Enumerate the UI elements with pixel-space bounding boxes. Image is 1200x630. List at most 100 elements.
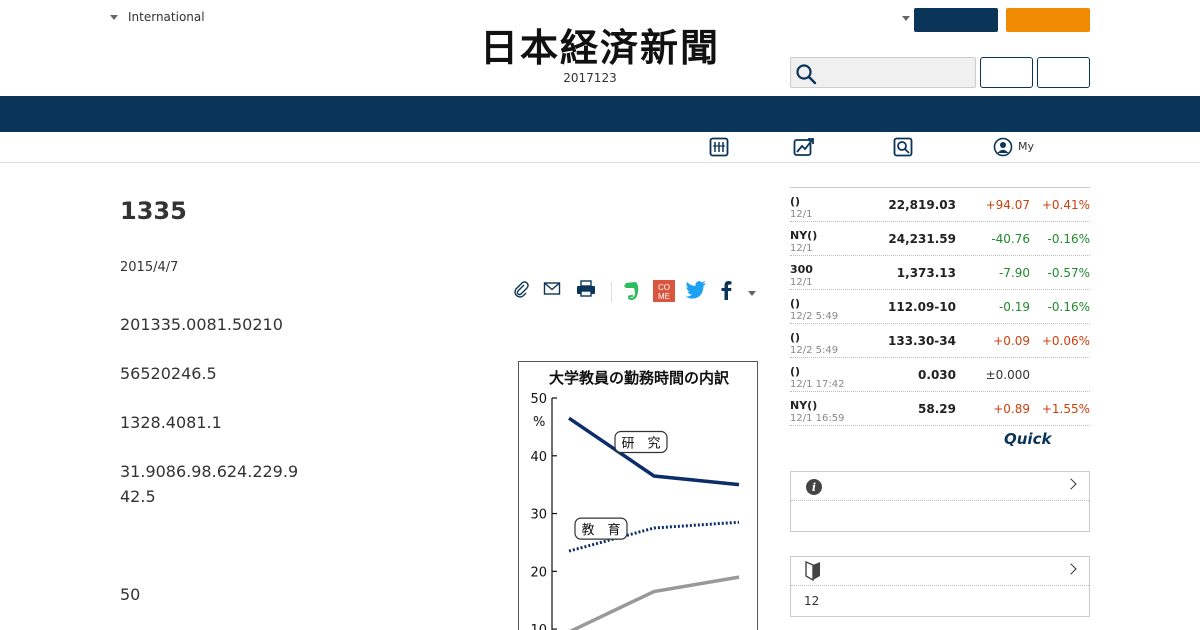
market-change: +94.07 [985, 198, 1030, 212]
user-avatar-icon[interactable] [993, 137, 1013, 161]
market-time: 12/1 16:59 [790, 413, 845, 424]
article-paragraph: 31.9086.98.624.229.9 [120, 462, 299, 481]
facebook-icon[interactable] [719, 280, 733, 304]
search-input[interactable] [790, 57, 976, 88]
header-button-1[interactable] [980, 57, 1033, 88]
chevron-right-icon [1065, 478, 1077, 490]
info-box-header[interactable]: i [791, 472, 1089, 501]
market-value: 0.030 [918, 368, 956, 382]
mail-icon[interactable] [543, 280, 561, 302]
market-percent: -0.16% [1047, 300, 1090, 314]
twitter-icon[interactable] [685, 280, 707, 304]
market-name: () [790, 297, 801, 310]
chevron-down-icon[interactable] [748, 291, 756, 296]
market-name: NY() [790, 399, 818, 412]
market-value: 133.30-34 [888, 334, 956, 348]
series-line [569, 575, 740, 630]
market-row[interactable]: () 12/1 17:42 0.030 ±0.000 [790, 358, 1090, 392]
market-value: 58.29 [918, 402, 956, 416]
market-name: 300 [790, 263, 813, 276]
print-icon[interactable] [576, 280, 596, 302]
y-tick-label: 20 [530, 565, 547, 580]
market-percent: +1.55% [1041, 402, 1090, 416]
market-time: 12/1 [790, 243, 813, 254]
beginner-mark-icon [805, 560, 821, 585]
market-percent: -0.16% [1047, 232, 1090, 246]
market-value: 1,373.13 [896, 266, 956, 280]
svg-text:CO: CO [658, 283, 670, 292]
market-time: 12/2 5:49 [790, 311, 839, 322]
evernote-icon[interactable] [622, 280, 640, 306]
market-row[interactable]: () 12/1 22,819.03 +94.07 +0.41% [790, 188, 1090, 222]
market-chart-icon[interactable] [793, 137, 815, 161]
market-percent: +0.41% [1041, 198, 1090, 212]
chevron-down-icon[interactable] [902, 16, 910, 21]
market-change: -40.76 [991, 232, 1030, 246]
line-chart: 大学教員の勤務時間の内訳 % 1020304050 研 究教 育社会サービス [530, 369, 740, 630]
info-icon: i [805, 478, 823, 500]
series-label: 教 育 [574, 517, 628, 540]
market-change: +0.89 [993, 402, 1030, 416]
market-name: NY() [790, 229, 818, 242]
market-row[interactable]: 300 12/1 1,373.13 -7.90 -0.57% [790, 256, 1090, 290]
chevron-right-icon [1065, 563, 1077, 575]
article-date: 2015/4/7 [120, 260, 179, 275]
market-row[interactable]: () 12/2 5:49 112.09-10 -0.19 -0.16% [790, 290, 1090, 324]
market-time: 12/1 [790, 277, 813, 288]
y-axis-unit: % [533, 415, 545, 430]
site-logo[interactable]: 日本経済新聞 [450, 26, 750, 70]
y-tick-label: 10 [530, 623, 547, 630]
header-button-2[interactable] [1037, 57, 1090, 88]
market-change: -0.19 [998, 300, 1030, 314]
article-paragraph: 201335.0081.50210 [120, 315, 283, 334]
sub-nav: My [0, 132, 1200, 163]
market-data-table: () 12/1 22,819.03 +94.07 +0.41% NY() 12/1 24,23… [790, 187, 1090, 426]
series-label: 研 究 [614, 430, 668, 454]
info-box[interactable]: i [790, 471, 1090, 532]
market-row[interactable]: NY() 12/1 24,231.59 -40.76 -0.16% [790, 222, 1090, 256]
login-button[interactable] [914, 8, 998, 32]
market-time: 12/2 5:49 [790, 345, 839, 356]
clip-icon[interactable] [512, 280, 530, 302]
info-box-body [791, 501, 1089, 531]
beginner-box-header[interactable] [791, 557, 1089, 586]
market-change: -7.90 [998, 266, 1030, 280]
chevron-down-icon [110, 14, 118, 20]
main-nav-bar [0, 96, 1200, 132]
beginner-box[interactable]: 12 [790, 556, 1090, 617]
newspaper-icon[interactable] [709, 137, 729, 161]
svg-text:ME: ME [658, 292, 670, 301]
market-percent: +0.06% [1041, 334, 1090, 348]
market-name: () [790, 331, 801, 344]
svg-text:研 究: 研 究 [621, 436, 660, 451]
market-percent: -0.57% [1047, 266, 1090, 280]
market-row[interactable]: () 12/2 5:49 133.30-34 +0.09 +0.06% [790, 324, 1090, 358]
article-figure[interactable]: 大学教員の勤務時間の内訳 % 1020304050 研 究教 育社会サービス [518, 361, 758, 630]
market-value: 24,231.59 [888, 232, 956, 246]
search-icon [796, 64, 817, 85]
market-name: () [790, 195, 801, 208]
market-change: ±0.000 [985, 368, 1030, 382]
quick-logo: Quick [1004, 430, 1052, 448]
y-tick-label: 50 [530, 392, 547, 407]
svg-text:教 育: 教 育 [581, 522, 620, 538]
market-row[interactable]: NY() 12/1 16:59 58.29 +0.89 +1.55% [790, 392, 1090, 426]
my-page-label[interactable]: My [1018, 140, 1034, 153]
y-tick-label: 30 [530, 508, 547, 523]
y-tick-label: 40 [530, 450, 547, 465]
market-time: 12/1 [790, 209, 813, 220]
region-label: International [128, 10, 205, 24]
article-paragraph: 42.5 [120, 487, 156, 506]
market-value: 112.09-10 [888, 300, 956, 314]
market-name: () [790, 365, 801, 378]
search-icon[interactable] [893, 137, 913, 161]
article-paragraph: 56520246.5 [120, 364, 217, 383]
beginner-box-body: 12 [804, 594, 820, 608]
market-time: 12/1 17:42 [790, 379, 845, 390]
region-selector[interactable]: International [110, 10, 205, 24]
market-value: 22,819.03 [888, 198, 956, 212]
article-title: 1335 [120, 197, 187, 225]
subscribe-button[interactable] [1006, 8, 1090, 32]
article-paragraph: 1328.4081.1 [120, 413, 222, 432]
come-icon[interactable]: CO ME [653, 280, 675, 306]
